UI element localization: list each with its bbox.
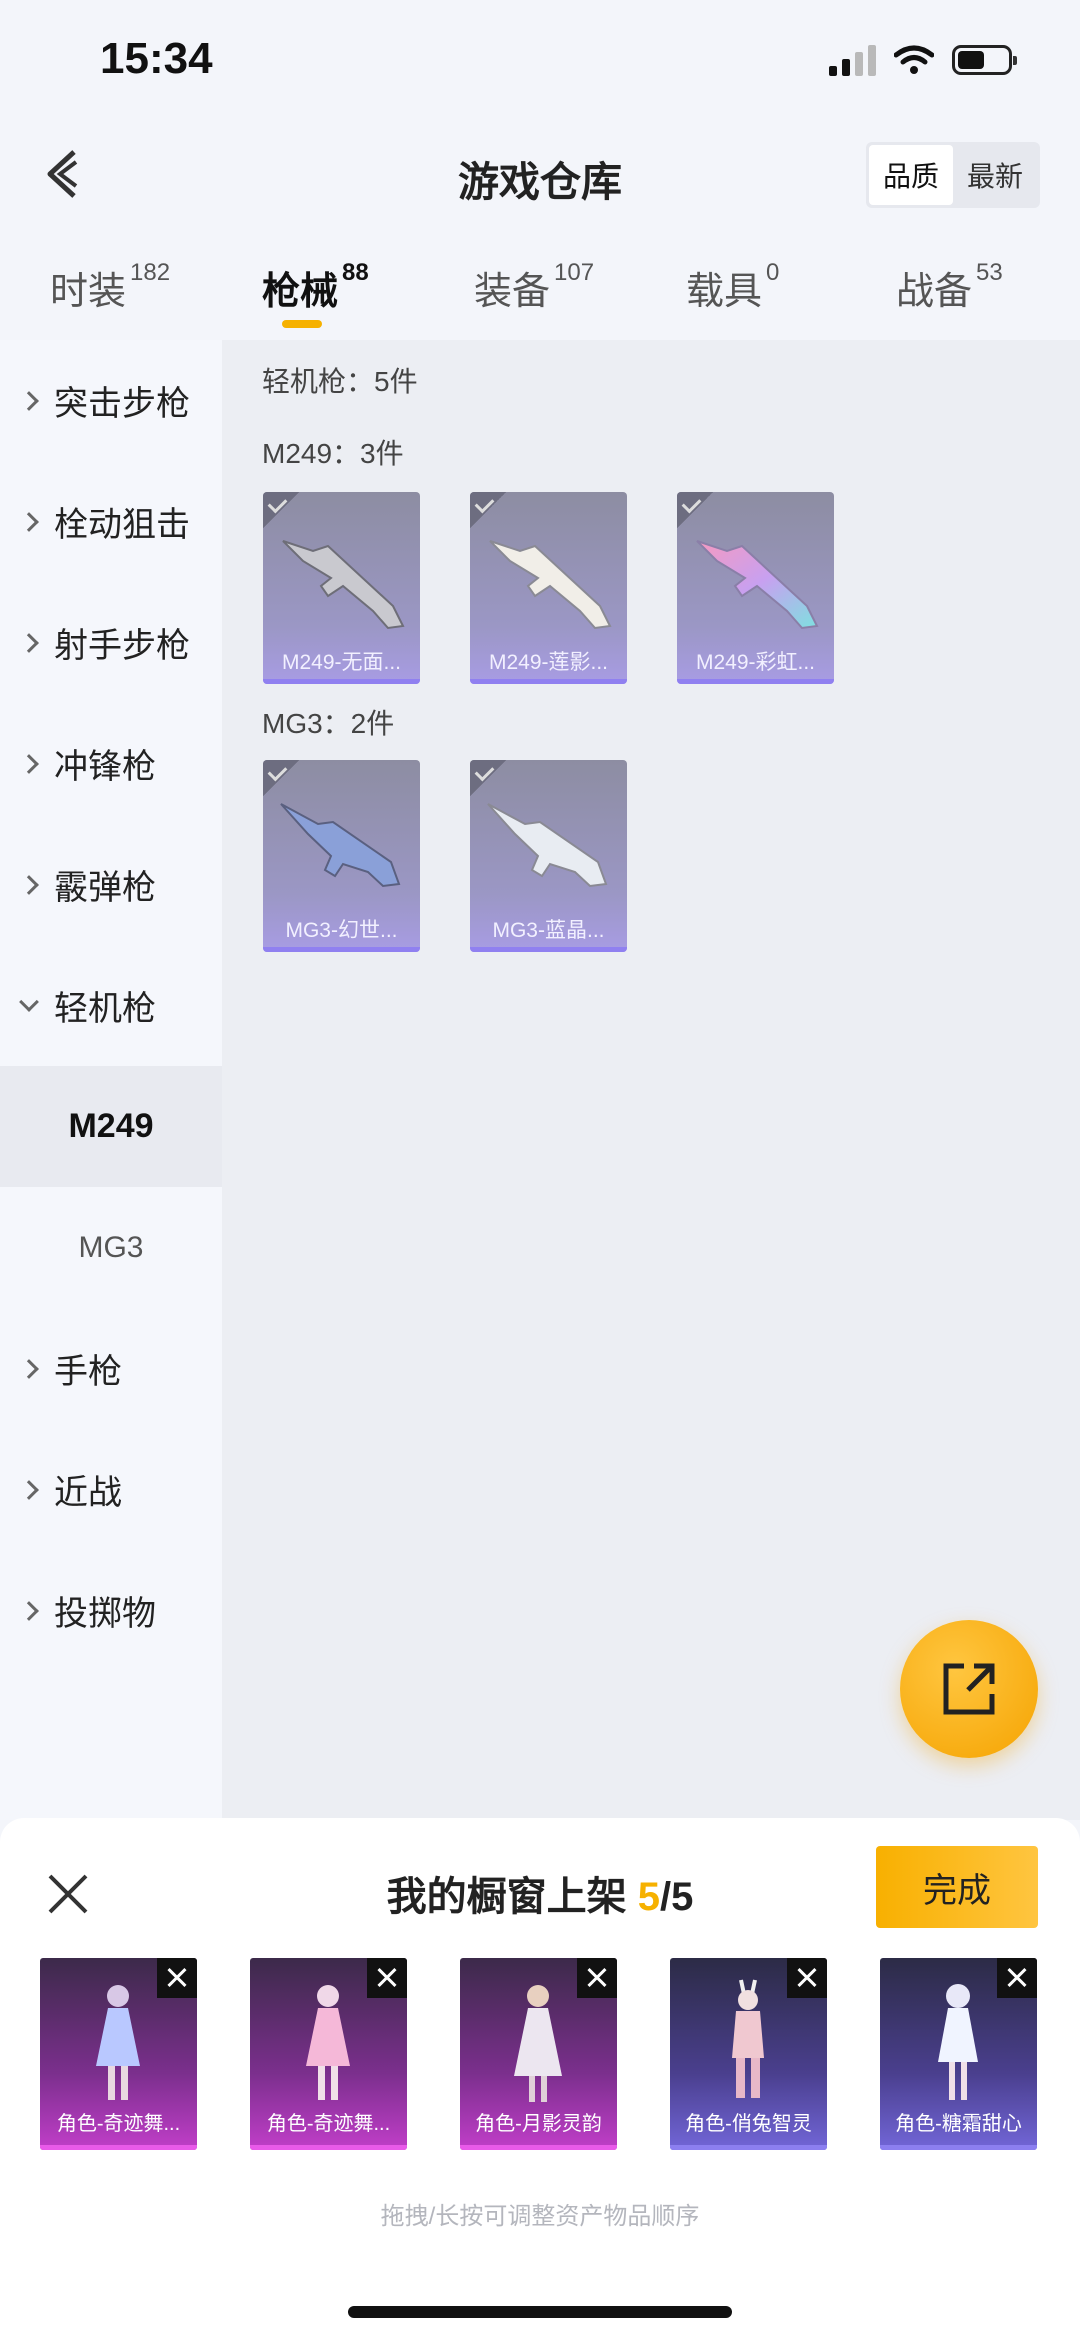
- item-card[interactable]: M249-无面...: [263, 492, 420, 684]
- item-card[interactable]: M249-彩虹...: [677, 492, 834, 684]
- chevron-right-icon: [19, 1479, 39, 1500]
- signal-icon: [829, 44, 876, 76]
- group-title-m249: M249：3件: [262, 438, 404, 469]
- gun-icon: [282, 540, 405, 630]
- header: 游戏仓库 品质 最新: [0, 130, 1080, 220]
- remove-icon[interactable]: [997, 1958, 1037, 1998]
- tab-tactical[interactable]: 战备 53: [896, 259, 1003, 315]
- gun-icon: [696, 540, 819, 630]
- home-indicator[interactable]: [348, 2306, 732, 2318]
- showcase-sheet: 我的橱窗上架 5/5 完成 角色-奇迹舞... 角色-奇迹舞... 角色-月影灵…: [0, 1818, 1080, 2337]
- character-icon: [732, 1979, 764, 2098]
- category-count: 轻机枪：5件: [262, 366, 418, 397]
- sidebar-item-smg[interactable]: 冲锋枪: [0, 703, 222, 824]
- character-icon: [938, 1984, 978, 2100]
- remove-icon[interactable]: [577, 1958, 617, 1998]
- sidebar-item-bolt-sniper[interactable]: 栓动狙击: [0, 461, 222, 582]
- category-tabs: 时装 182 枪械 88 装备 107 载具 0 战备 53: [0, 250, 1080, 340]
- showcase-item[interactable]: 角色-奇迹舞...: [250, 1958, 407, 2150]
- sidebar-subitem-mg3[interactable]: MG3: [0, 1187, 222, 1308]
- sidebar-item-throwables[interactable]: 投掷物: [0, 1550, 222, 1671]
- sidebar-item-marksman-rifle[interactable]: 射手步枪: [0, 582, 222, 703]
- tab-vehicles[interactable]: 载具 0: [686, 259, 779, 315]
- showcase-item[interactable]: 角色-糖霜甜心: [880, 1958, 1037, 2150]
- item-card[interactable]: MG3-幻世...: [263, 760, 420, 952]
- showcase-item[interactable]: 角色-奇迹舞...: [40, 1958, 197, 2150]
- reorder-hint: 拖拽/长按可调整资产物品顺序: [380, 2203, 700, 2230]
- wifi-icon: [894, 45, 934, 74]
- battery-icon: [952, 45, 1017, 75]
- showcase-item[interactable]: 角色-俏兔智灵: [670, 1958, 827, 2150]
- chevron-right-icon: [19, 511, 39, 532]
- sidebar: 突击步枪 栓动狙击 射手步枪 冲锋枪 霰弹枪 轻机枪 M249 MG3 手枪 近…: [0, 340, 222, 1820]
- showcase-item[interactable]: 角色-月影灵韵: [460, 1958, 617, 2150]
- status-bar: 15:34: [0, 0, 1080, 120]
- share-button[interactable]: [900, 1620, 1038, 1758]
- sidebar-item-lmg[interactable]: 轻机枪: [0, 945, 222, 1066]
- tab-fashion[interactable]: 时装 182: [50, 259, 170, 315]
- chevron-right-icon: [19, 1600, 39, 1621]
- remove-icon[interactable]: [787, 1958, 827, 1998]
- sidebar-item-pistol[interactable]: 手枪: [0, 1308, 222, 1429]
- group-title-mg3: MG3：2件: [262, 708, 395, 739]
- character-icon: [306, 1985, 350, 2100]
- item-card[interactable]: M249-莲影...: [470, 492, 627, 684]
- share-icon: [943, 1663, 995, 1715]
- item-grid-area: 轻机枪：5件 M249：3件 M249-无面... M249-莲影... M24…: [222, 340, 1080, 1820]
- active-tab-indicator: [282, 320, 322, 328]
- sidebar-item-shotgun[interactable]: 霰弹枪: [0, 824, 222, 945]
- chevron-down-icon: [19, 991, 39, 1012]
- chevron-right-icon: [19, 1358, 39, 1379]
- character-icon: [514, 1985, 562, 2102]
- item-card[interactable]: MG3-蓝晶...: [470, 760, 627, 952]
- chevron-right-icon: [19, 753, 39, 774]
- remove-icon[interactable]: [367, 1958, 407, 1998]
- character-icon: [96, 1985, 140, 2100]
- sort-toggle: 品质 最新: [865, 142, 1040, 208]
- tab-equipment[interactable]: 装备 107: [474, 259, 594, 315]
- gun-icon: [487, 803, 608, 888]
- remove-icon[interactable]: [157, 1958, 197, 1998]
- showcase-list: 角色-奇迹舞... 角色-奇迹舞... 角色-月影灵韵 角色-俏兔智灵 角色-糖…: [40, 1958, 1040, 2150]
- gun-icon: [489, 540, 612, 630]
- sidebar-subitem-m249[interactable]: M249: [0, 1066, 222, 1187]
- gun-icon: [280, 803, 401, 888]
- sidebar-item-assault-rifle[interactable]: 突击步枪: [0, 340, 222, 461]
- chevron-right-icon: [19, 632, 39, 653]
- sort-newest-button[interactable]: 最新: [953, 145, 1037, 205]
- chevron-right-icon: [19, 390, 39, 411]
- tab-guns[interactable]: 枪械 88: [262, 259, 369, 315]
- sort-quality-button[interactable]: 品质: [868, 145, 953, 205]
- status-icons: [829, 44, 1017, 76]
- done-button[interactable]: 完成: [876, 1846, 1038, 1928]
- chevron-right-icon: [19, 874, 39, 895]
- sidebar-item-melee[interactable]: 近战: [0, 1429, 222, 1550]
- status-time: 15:34: [100, 34, 213, 83]
